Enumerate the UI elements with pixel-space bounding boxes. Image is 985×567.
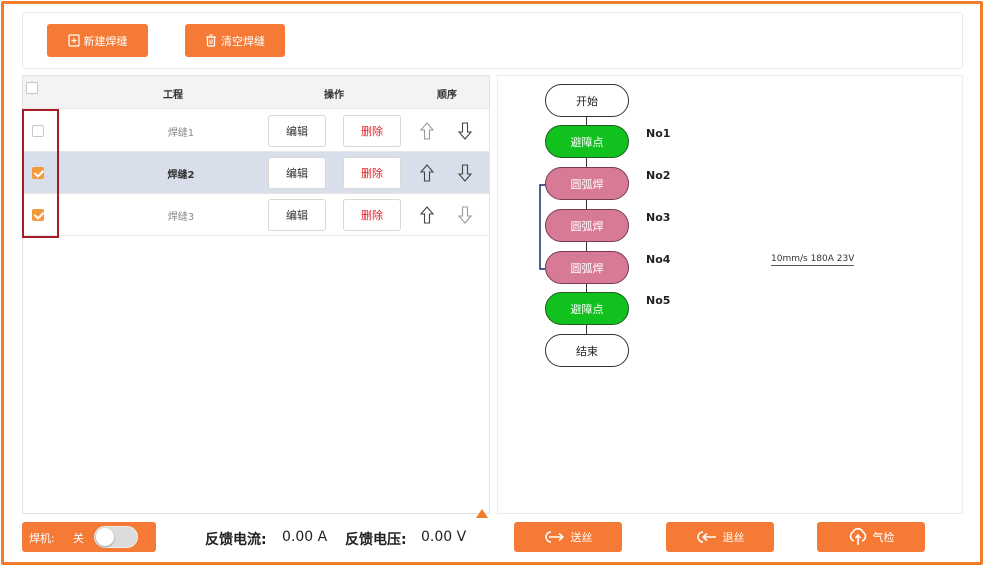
gas-check-button[interactable]: 气检 xyxy=(817,522,925,552)
table-row[interactable]: 焊缝2 编辑 删除 xyxy=(23,152,489,194)
wire-feed-icon xyxy=(544,531,564,543)
edit-button[interactable]: 编辑 xyxy=(268,199,326,231)
move-up-icon[interactable] xyxy=(419,121,435,141)
node-number-label: No2 xyxy=(646,169,671,182)
gas-check-label: 气检 xyxy=(872,531,895,544)
flow-node-arc-weld[interactable]: 圆弧焊 xyxy=(545,167,629,200)
flow-node-arc-weld[interactable]: 圆弧焊 xyxy=(545,209,629,242)
feed-wire-label: 送丝 xyxy=(570,531,593,544)
table-row[interactable]: 焊缝1 编辑 删除 xyxy=(23,110,489,152)
welder-label: 焊机: xyxy=(29,532,55,545)
flow-node-end[interactable]: 结束 xyxy=(545,334,629,367)
trash-icon xyxy=(206,34,216,47)
welder-state: 关 xyxy=(73,532,84,545)
edit-button[interactable]: 编辑 xyxy=(268,115,326,147)
node-number-label: No4 xyxy=(646,253,671,266)
node-number-label: No1 xyxy=(646,127,671,140)
clear-weld-button[interactable]: 清空焊缝 xyxy=(185,24,285,57)
retract-wire-label: 退丝 xyxy=(722,531,745,544)
flow-node-arc-weld[interactable]: 圆弧焊 xyxy=(545,251,629,284)
table-row[interactable]: 焊缝3 编辑 删除 xyxy=(23,194,489,236)
node-number-label: No3 xyxy=(646,211,671,224)
weld-name: 焊缝3 xyxy=(167,212,195,223)
weld-name: 焊缝1 xyxy=(167,128,195,139)
feed-wire-button[interactable]: 送丝 xyxy=(514,522,622,552)
delete-button[interactable]: 删除 xyxy=(343,157,401,189)
panel-expand-icon[interactable] xyxy=(476,509,488,518)
current-value: 0.00 A xyxy=(282,529,328,545)
weld-flow-panel: 开始 避障点 圆弧焊 圆弧焊 圆弧焊 避障点 结束 No1 No2 No3 No… xyxy=(497,75,963,514)
column-header-order: 顺序 xyxy=(437,90,457,101)
column-header-operation: 操作 xyxy=(324,90,344,101)
voltage-value: 0.00 V xyxy=(421,529,467,545)
select-all-checkbox[interactable] xyxy=(26,82,38,94)
node-number-label: No5 xyxy=(646,294,671,307)
edit-button[interactable]: 编辑 xyxy=(268,157,326,189)
new-weld-button[interactable]: 新建焊缝 xyxy=(47,24,148,57)
welder-switch[interactable]: 焊机: 关 xyxy=(22,522,156,552)
table-header: 工程 操作 顺序 xyxy=(23,76,489,109)
delete-button[interactable]: 删除 xyxy=(343,115,401,147)
new-weld-label: 新建焊缝 xyxy=(83,34,128,48)
move-up-icon[interactable] xyxy=(419,205,435,225)
move-down-icon[interactable] xyxy=(457,121,473,141)
weld-name: 焊缝2 xyxy=(167,170,195,181)
wire-retract-icon xyxy=(696,531,716,543)
add-file-icon xyxy=(67,34,80,47)
flow-node-avoid-point[interactable]: 避障点 xyxy=(545,125,629,158)
move-down-icon[interactable] xyxy=(457,163,473,183)
toggle-knob xyxy=(96,528,114,546)
flow-node-start[interactable]: 开始 xyxy=(545,84,629,117)
weld-list-panel: 工程 操作 顺序 焊缝1 编辑 删除 焊缝2 编辑 删除 焊缝3 编辑 删除 xyxy=(22,75,490,514)
clear-weld-label: 清空焊缝 xyxy=(221,34,265,48)
current-label: 反馈电流: xyxy=(205,532,267,548)
welder-toggle[interactable] xyxy=(94,526,138,548)
column-header-project: 工程 xyxy=(163,90,183,101)
flow-node-avoid-point[interactable]: 避障点 xyxy=(545,292,629,325)
delete-button[interactable]: 删除 xyxy=(343,199,401,231)
move-down-icon[interactable] xyxy=(457,205,473,225)
toolbar: 新建焊缝 清空焊缝 xyxy=(22,12,963,69)
checkbox-highlight-box xyxy=(22,109,59,238)
move-up-icon[interactable] xyxy=(419,163,435,183)
weld-params-label: 10mm/s 180A 23V xyxy=(771,254,855,266)
voltage-label: 反馈电压: xyxy=(345,532,407,548)
retract-wire-button[interactable]: 退丝 xyxy=(666,522,774,552)
gas-check-icon xyxy=(849,528,866,545)
